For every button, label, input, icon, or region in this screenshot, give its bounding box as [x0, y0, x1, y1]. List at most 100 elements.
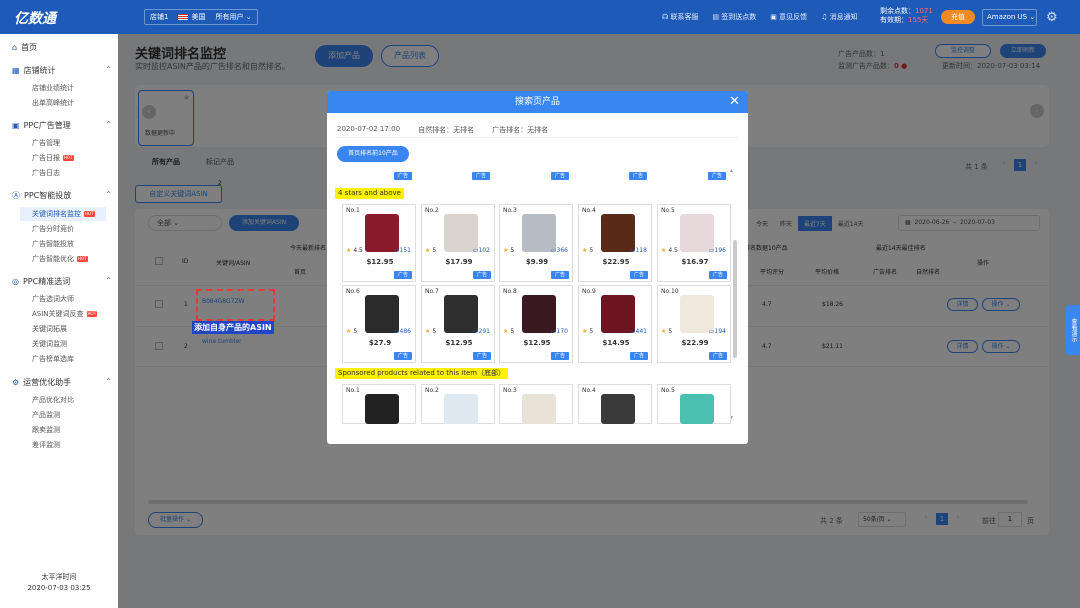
- ad-tag: 广告: [551, 352, 569, 360]
- product-card[interactable]: No.5 ★ 4.5 ▭196 $16.97 广告: [657, 204, 731, 282]
- sponsored-card[interactable]: No.5: [657, 384, 731, 424]
- ad-tag: 广告: [708, 172, 726, 180]
- scroll-up-icon[interactable]: ▴: [730, 167, 733, 174]
- timezone-time: 2020-07-03 03:25: [27, 584, 91, 592]
- sidebar: ⌂ 首页 ▦ 店铺统计 ⌃ 店铺业绩统计 出单高峰统计 ▣ PPC广告管理 ⌃ 广告管理 …: [0, 34, 118, 608]
- product-reviews: ▭366: [550, 247, 568, 254]
- star-icon: ★: [582, 328, 588, 335]
- product-rank: No.2: [425, 207, 439, 214]
- sidebar-item[interactable]: 关键词拓展: [32, 322, 118, 336]
- modal-scrollbar[interactable]: [733, 240, 737, 358]
- help-demo-tab[interactable]: 查看演示: [1066, 305, 1080, 355]
- sidebar-item[interactable]: 出单高峰统计: [32, 96, 118, 110]
- ad-tag: 广告: [394, 352, 412, 360]
- link-feedback[interactable]: ▣ 意见反馈: [770, 12, 807, 22]
- sidebar-item[interactable]: 产品优化对比: [32, 393, 118, 407]
- store-icon: ▦: [12, 66, 20, 75]
- sidebar-section-store[interactable]: ▦ 店铺统计 ⌃: [12, 65, 112, 76]
- top-bar: 亿数通 店铺1 美国 所有用户 ⌄ ☊ 联系客服 ▤ 签到送点数 ▣ 意见反馈 …: [0, 0, 1080, 34]
- sidebar-home[interactable]: ⌂ 首页: [12, 42, 112, 53]
- modal-date: 2020-07-02 17:00: [337, 125, 401, 133]
- close-icon[interactable]: ✕: [729, 94, 740, 110]
- sponsored-card[interactable]: No.1: [342, 384, 416, 424]
- sidebar-item[interactable]: 广告分时竞价: [32, 222, 118, 236]
- sidebar-item[interactable]: 产品监测: [32, 408, 118, 422]
- product-rank: No.3: [503, 387, 517, 394]
- ad-tag: 广告: [630, 352, 648, 360]
- product-rating: ★ 5: [661, 328, 673, 335]
- modal-title: 搜索页产品: [514, 97, 560, 107]
- product-rating: ★ 4.5: [346, 247, 363, 254]
- sidebar-item[interactable]: ASIN关键词反查 HOT: [32, 307, 118, 321]
- marketplace-select[interactable]: Amazon US ⌄: [982, 9, 1037, 26]
- renew-button[interactable]: 充值: [941, 10, 975, 24]
- product-card[interactable]: No.8 ★ 5 ▭170 $12.95 广告: [499, 285, 573, 363]
- star-icon: ★: [503, 328, 509, 335]
- store-selector[interactable]: 店铺1 美国 所有用户 ⌄: [144, 9, 258, 25]
- country: 美国: [178, 12, 205, 22]
- sidebar-item[interactable]: 广告日志: [32, 166, 118, 180]
- sidebar-item[interactable]: 广告管理: [32, 136, 118, 150]
- sidebar-section-ppc[interactable]: ▣ PPC广告管理 ⌃: [12, 120, 112, 131]
- product-card[interactable]: No.7 ★ 5 ▭291 $12.95 广告: [421, 285, 495, 363]
- product-price: $9.99: [525, 258, 549, 266]
- hot-badge: HOT: [63, 155, 74, 161]
- product-price: $16.97: [681, 258, 709, 266]
- asin-callout-label: 添加自身产品的ASIN: [192, 321, 274, 334]
- product-reviews: ▭102: [472, 247, 490, 254]
- product-rank: No.5: [661, 387, 675, 394]
- sidebar-item[interactable]: 广告智能优化 HOT: [32, 252, 118, 266]
- link-checkin[interactable]: ▤ 签到送点数: [712, 12, 756, 22]
- sidebar-item[interactable]: 跟卖监测: [32, 423, 118, 437]
- product-reviews: ▭486: [393, 328, 411, 335]
- sidebar-item[interactable]: 关键词监测: [32, 337, 118, 351]
- modal-natural-rank: 自然排名：无排名: [418, 126, 475, 134]
- sponsored-card[interactable]: No.3: [499, 384, 573, 424]
- link-notifications[interactable]: ♫ 消息通知: [821, 12, 858, 22]
- product-rank: No.7: [425, 288, 439, 295]
- us-flag-icon: [178, 14, 189, 20]
- tool-icon: ⚙: [12, 378, 20, 387]
- product-rating: ★ 5: [503, 247, 515, 254]
- ad-tag: 广告: [630, 271, 648, 279]
- product-image: [444, 394, 478, 424]
- sponsored-card[interactable]: No.4: [578, 384, 652, 424]
- sidebar-item[interactable]: 广告榜单选库: [32, 352, 118, 366]
- gear-icon[interactable]: ⚙: [1046, 10, 1058, 25]
- star-icon: ★: [425, 328, 431, 335]
- ppc-icon: ▣: [12, 121, 20, 130]
- sidebar-section-ops[interactable]: ⚙ 运营优化助手 ⌃: [12, 377, 112, 388]
- product-price: $12.95: [445, 339, 473, 347]
- product-card[interactable]: No.6 ★ 5 ▭486 $27.9 广告: [342, 285, 416, 363]
- points-info: 剩余点数：1071 有效期：155天: [880, 7, 933, 24]
- star-icon: ★: [346, 247, 352, 254]
- product-rating: ★ 5: [425, 328, 437, 335]
- product-rating: ★ 5: [425, 247, 437, 254]
- link-support[interactable]: ☊ 联系客服: [662, 12, 698, 22]
- star-icon: ★: [582, 247, 588, 254]
- section-4stars-label: 4 stars and above: [335, 188, 404, 199]
- product-card[interactable]: No.2 ★ 5 ▭102 $17.99 广告: [421, 204, 495, 282]
- product-card[interactable]: No.10 ★ 5 ▭194 $22.99 广告: [657, 285, 731, 363]
- product-card[interactable]: No.4 ★ 5 ▭118 $22.95 广告: [578, 204, 652, 282]
- sidebar-item[interactable]: 广告日报 HOT: [32, 151, 118, 165]
- product-image: [522, 394, 556, 424]
- sidebar-section-keyword[interactable]: ◎ PPC精准选词 ⌃: [12, 276, 112, 287]
- sidebar-item[interactable]: 店铺业绩统计: [32, 81, 118, 95]
- product-card[interactable]: No.1 ★ 4.5 ▭151 $12.95 广告: [342, 204, 416, 282]
- sponsored-card[interactable]: No.2: [421, 384, 495, 424]
- product-card[interactable]: No.3 ★ 5 ▭366 $9.99 广告: [499, 204, 573, 282]
- sidebar-item[interactable]: 差评监测: [32, 438, 118, 452]
- ad-tag: 广告: [394, 271, 412, 279]
- sidebar-section-smart[interactable]: Ⓐ PPC智能投放 ⌃: [12, 190, 112, 201]
- sidebar-item[interactable]: 广告智能投放: [32, 237, 118, 251]
- sidebar-item-active[interactable]: 关键词排名监控 HOT: [20, 207, 106, 221]
- ad-tag: 广告: [473, 352, 491, 360]
- product-card[interactable]: No.9 ★ 5 ▭441 $14.95 广告: [578, 285, 652, 363]
- product-rank: No.9: [582, 288, 596, 295]
- app-logo[interactable]: 亿数通: [14, 8, 56, 28]
- divider: [337, 137, 737, 138]
- top10-button[interactable]: 首页排名前10产品: [337, 146, 409, 162]
- product-price: $27.9: [368, 339, 392, 347]
- sidebar-item[interactable]: 广告选词大师: [32, 292, 118, 306]
